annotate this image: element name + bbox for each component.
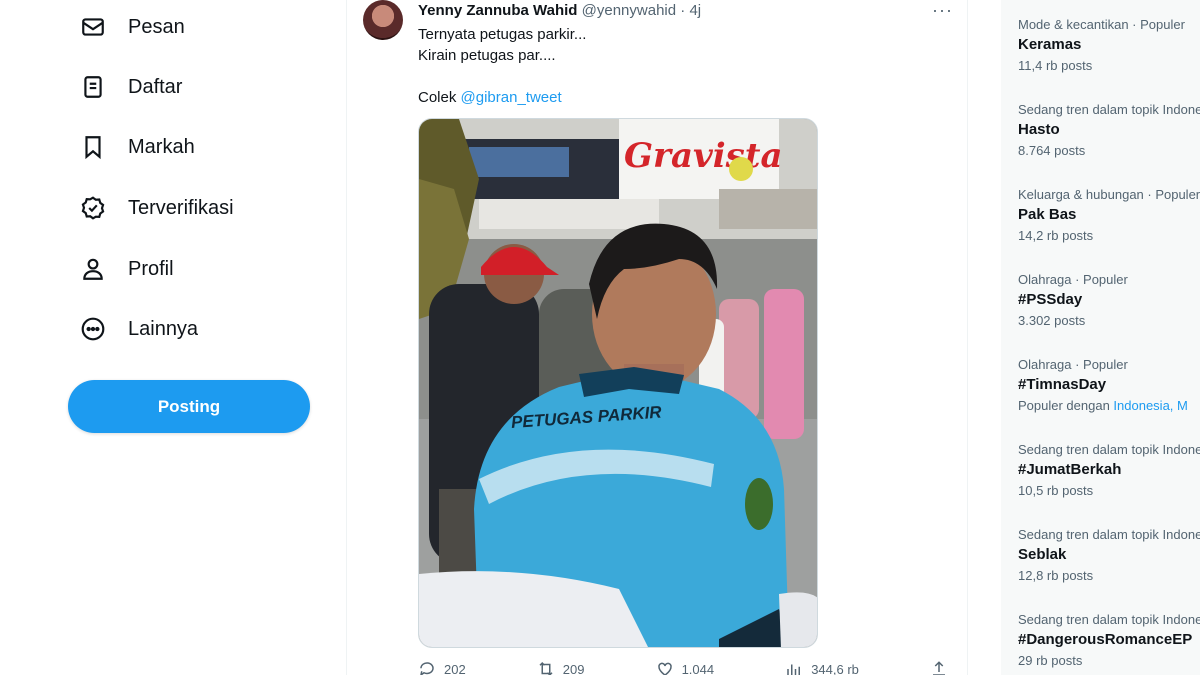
share-button[interactable]	[930, 660, 948, 675]
trend-count: 11,4 rb posts	[1018, 58, 1093, 73]
person-icon	[78, 254, 108, 284]
tweet-text: Ternyata petugas parkir... Kirain petuga…	[418, 24, 586, 108]
tweet-line-3-prefix: Colek	[418, 89, 461, 106]
trend-title: Hasto	[1018, 121, 1060, 138]
more-options-icon[interactable]: ···	[932, 0, 953, 21]
share-icon	[932, 661, 945, 675]
reply-count: 202	[444, 661, 466, 675]
trend-item[interactable]: Sedang tren dalam topik Indonesia #Dange…	[1018, 612, 1200, 668]
trend-title: Pak Bas	[1018, 206, 1077, 223]
nav-item-verified[interactable]: Terverifikasi	[78, 190, 234, 226]
repost-count: 209	[562, 661, 585, 675]
reply-icon	[420, 662, 434, 675]
envelope-icon	[78, 12, 108, 42]
trend-context: Mode & kecantikan · Populer	[1018, 17, 1185, 32]
tweet-header: Yenny Zannuba Wahid @yennywahid · 4j	[418, 2, 701, 19]
like-count: 1.044	[681, 661, 715, 675]
trend-context: Olahraga · Populer	[1018, 272, 1128, 287]
author-name[interactable]: Yenny Zannuba Wahid	[418, 2, 577, 19]
photo-illustration: Gravista PETUGAS PARKIR	[419, 119, 817, 647]
timeline-column: Yenny Zannuba Wahid @yennywahid · 4j ···…	[346, 0, 968, 675]
nav-label-more: Lainnya	[128, 317, 199, 340]
chart-icon	[787, 664, 801, 675]
nav-label-profile: Profil	[128, 257, 174, 280]
post-button[interactable]: Posting	[68, 380, 310, 433]
trend-item[interactable]: Olahraga · Populer #TimnasDay Populer de…	[1018, 357, 1200, 413]
repost-button[interactable]: 209	[537, 660, 585, 675]
separator-dot: ·	[680, 2, 686, 19]
more-circle-icon	[78, 314, 108, 344]
trend-item[interactable]: Sedang tren dalam topik Indonesia Hasto …	[1018, 102, 1200, 158]
trend-count: 12,8 rb posts	[1018, 568, 1094, 583]
repost-icon	[539, 661, 553, 675]
nav-label-messages: Pesan	[128, 15, 185, 38]
avatar[interactable]	[363, 0, 403, 40]
trend-item[interactable]: Olahraga · Populer #PSSday 3.302 posts	[1018, 272, 1200, 328]
heart-icon	[657, 662, 672, 675]
list-icon	[78, 72, 108, 102]
mention-link[interactable]: @gibran_tweet	[461, 89, 562, 106]
author-handle[interactable]: @yennywahid	[582, 2, 676, 19]
trend-item[interactable]: Mode & kecantikan · Populer Keramas 11,4…	[1018, 17, 1200, 73]
nav-item-more[interactable]: Lainnya	[78, 311, 198, 347]
nav-item-lists[interactable]: Daftar	[78, 69, 182, 105]
trend-title: Seblak	[1018, 546, 1067, 563]
nav-item-messages[interactable]: Pesan	[78, 9, 185, 45]
tweet-line-2: Kirain petugas par....	[418, 47, 556, 64]
nav-label-lists: Daftar	[128, 75, 183, 98]
nav-label-bookmarks: Markah	[128, 135, 195, 158]
trend-location-link[interactable]: Indonesia, M	[1113, 398, 1187, 413]
nav-label-verified: Terverifikasi	[128, 196, 234, 219]
trend-context: Sedang tren dalam topik Indonesia	[1018, 102, 1200, 117]
tweet-actions: 202 209 1.044 344,6 rb	[418, 660, 948, 675]
nav-item-bookmarks[interactable]: Markah	[78, 129, 195, 165]
bookmark-icon	[78, 132, 108, 162]
trend-item[interactable]: Keluarga & hubungan · Populer Pak Bas 14…	[1018, 187, 1200, 243]
trend-count: 14,2 rb posts	[1018, 228, 1094, 243]
trend-context: Olahraga · Populer	[1018, 357, 1128, 372]
store-sign-text: Gravista	[624, 136, 783, 176]
like-button[interactable]: 1.044	[656, 660, 715, 675]
trend-title: #DangerousRomanceEP	[1018, 631, 1193, 648]
trend-context: Sedang tren dalam topik Indonesia	[1018, 442, 1200, 457]
trend-context: Sedang tren dalam topik Indonesia	[1018, 527, 1200, 542]
nav-item-profile[interactable]: Profil	[78, 251, 174, 287]
tweet-line-1: Ternyata petugas parkir...	[418, 26, 587, 43]
reply-button[interactable]: 202	[418, 660, 466, 675]
post-time[interactable]: 4j	[689, 2, 701, 19]
tweet-photo[interactable]: Gravista PETUGAS PARKIR	[418, 118, 818, 648]
trend-count: 29 rb posts	[1018, 653, 1083, 668]
tweet-line-3: Colek @gibran_tweet	[418, 87, 586, 108]
view-count: 344,6 rb	[811, 661, 859, 675]
trend-title: #PSSday	[1018, 291, 1083, 308]
trend-title: #JumatBerkah	[1018, 461, 1122, 478]
trends-panel: Mode & kecantikan · Populer Keramas 11,4…	[1001, 0, 1200, 675]
trend-title: #TimnasDay	[1018, 376, 1107, 393]
trend-title: Keramas	[1018, 36, 1082, 53]
left-navigation: Pesan Daftar Markah Terverifikasi Profil…	[0, 0, 345, 675]
trend-popular-with: Populer dengan Indonesia, M	[1018, 398, 1200, 413]
trend-count: 3.302 posts	[1018, 313, 1086, 328]
verified-icon	[78, 193, 108, 223]
trend-context: Sedang tren dalam topik Indonesia	[1018, 612, 1200, 627]
trend-item[interactable]: Sedang tren dalam topik Indonesia Seblak…	[1018, 527, 1200, 583]
trend-item[interactable]: Sedang tren dalam topik Indonesia #Jumat…	[1018, 442, 1200, 498]
trend-popular-prefix: Populer dengan	[1018, 398, 1114, 413]
trend-count: 10,5 rb posts	[1018, 483, 1094, 498]
trend-count: 8.764 posts	[1018, 143, 1086, 158]
trend-context: Keluarga & hubungan · Populer	[1018, 187, 1200, 202]
views-button[interactable]: 344,6 rb	[785, 660, 859, 675]
